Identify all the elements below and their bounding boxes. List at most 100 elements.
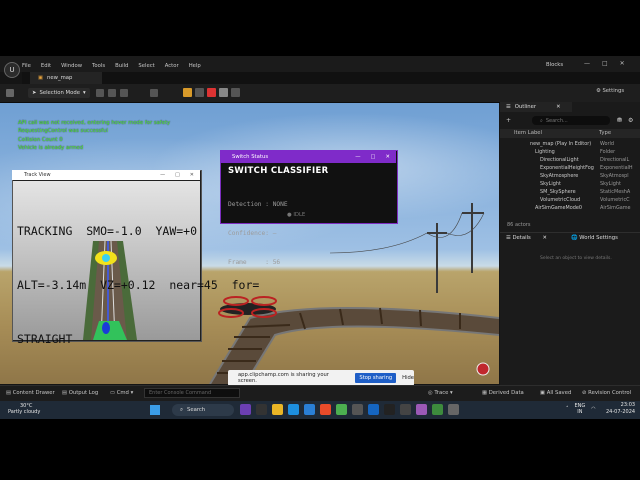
maximize-button[interactable]: □ xyxy=(175,172,180,178)
outliner-row[interactable]: AirSimGameMode0 AirSimGame xyxy=(500,204,634,212)
clipchamp-icon[interactable] xyxy=(416,404,427,415)
filter-icon[interactable]: ⛃ xyxy=(617,117,622,124)
gear-icon[interactable]: ⚙ xyxy=(628,117,633,124)
add-actor-icon[interactable]: + xyxy=(506,117,511,124)
system-tray: ˄ ENG IN ◠ xyxy=(566,403,596,415)
close-button[interactable]: ✕ xyxy=(620,60,625,67)
eject-icon[interactable] xyxy=(219,88,228,97)
close-icon[interactable]: ✕ xyxy=(543,235,547,241)
python-icon[interactable] xyxy=(432,404,443,415)
task-view-icon[interactable] xyxy=(256,404,267,415)
minimize-button[interactable]: — xyxy=(355,154,360,160)
content-drawer-button[interactable]: ▤ Content Drawer xyxy=(6,390,55,396)
file-explorer-icon[interactable] xyxy=(272,404,283,415)
revision-control-button[interactable]: ⊘ Revision Control xyxy=(582,390,631,396)
app-widgets-icon[interactable] xyxy=(240,404,251,415)
app-icon[interactable] xyxy=(448,404,459,415)
modes-icon[interactable] xyxy=(96,89,104,97)
tab-details[interactable]: ☰ Details ✕ xyxy=(506,235,547,241)
tab-outliner[interactable]: ☰ Outliner ✕ xyxy=(500,102,572,112)
menu-file[interactable]: File xyxy=(22,63,31,69)
outliner-row[interactable]: new_map (Play In Editor) World xyxy=(500,140,634,148)
play-options-icon[interactable] xyxy=(231,88,240,97)
blueprint-icon[interactable] xyxy=(120,89,128,97)
terminal-icon[interactable] xyxy=(400,404,411,415)
cmd-label: Cmd xyxy=(116,390,129,396)
hide-button[interactable]: Hide xyxy=(402,375,414,381)
row-type: VolumetricC xyxy=(600,197,630,203)
skip-icon[interactable] xyxy=(195,88,204,97)
close-icon[interactable]: ✕ xyxy=(556,104,560,110)
all-saved-label: All Saved xyxy=(546,390,572,396)
menu-edit[interactable]: Edit xyxy=(41,63,51,69)
taskbar-clock[interactable]: 23:03 24-07-2024 xyxy=(606,402,635,416)
language-indicator[interactable]: ENG IN xyxy=(575,403,586,415)
row-label: new_map (Play In Editor) xyxy=(530,141,592,147)
chrome-icon[interactable] xyxy=(336,404,347,415)
output-log-button[interactable]: ▤ Output Log xyxy=(62,390,98,396)
row-label: ExponentialHeightFog xyxy=(540,165,594,171)
row-label: Lighting xyxy=(535,149,555,155)
maximize-button[interactable]: □ xyxy=(371,154,376,160)
brave-icon[interactable] xyxy=(320,404,331,415)
switch-status-title-bar[interactable]: Switch Status — □ ✕ xyxy=(220,150,396,163)
row-label: AirSimGameMode0 xyxy=(535,205,582,211)
app-icon[interactable] xyxy=(352,404,363,415)
minimize-button[interactable]: — xyxy=(160,172,165,178)
save-icon: ▣ xyxy=(540,390,547,396)
chevron-up-icon[interactable]: ˄ xyxy=(566,406,569,412)
outliner-search-input[interactable]: ⌕ Search... xyxy=(532,116,610,125)
settings-button[interactable]: ⚙ Settings xyxy=(596,88,624,94)
close-button[interactable]: ✕ xyxy=(190,172,194,178)
outliner-row[interactable]: SkyAtmosphere SkyAtmospl xyxy=(500,172,634,180)
viewport-log: API call was not received, entering hove… xyxy=(18,119,170,152)
console-command-input[interactable]: Enter Console Command xyxy=(144,388,240,398)
store-icon[interactable] xyxy=(304,404,315,415)
column-type[interactable]: Type xyxy=(599,130,611,136)
pause-icon[interactable] xyxy=(183,88,192,97)
all-saved-button[interactable]: ▣ All Saved xyxy=(540,390,571,396)
menu-help[interactable]: Help xyxy=(189,63,201,69)
power-poles xyxy=(427,203,484,293)
data-icon: ▦ xyxy=(482,390,489,396)
cinematics-icon[interactable] xyxy=(150,89,158,97)
unreal-logo-icon[interactable]: U xyxy=(4,62,20,78)
unreal-engine-icon[interactable] xyxy=(384,404,395,415)
taskbar-search[interactable]: ⌕ Search xyxy=(172,404,234,416)
column-item-label[interactable]: Item Label xyxy=(514,130,542,136)
outliner-row[interactable]: SkyLight SkyLight xyxy=(500,180,634,188)
track-view-title-bar[interactable]: Track View — □ ✕ xyxy=(12,170,200,180)
trace-button[interactable]: ◎ Trace ▾ xyxy=(428,390,453,396)
menu-bar: File Edit Window Tools Build Select Acto… xyxy=(22,60,201,72)
row-label: DirectionalLight xyxy=(540,157,579,163)
content-icon[interactable] xyxy=(108,89,116,97)
menu-tools[interactable]: Tools xyxy=(92,63,105,69)
wifi-icon[interactable]: ◠ xyxy=(591,406,595,412)
outliner-row[interactable]: Lighting Folder xyxy=(500,148,634,156)
outliner-row[interactable]: ExponentialHeightFog ExponentialH xyxy=(500,164,634,172)
stop-sharing-button[interactable]: Stop sharing xyxy=(355,373,397,383)
stop-icon[interactable] xyxy=(207,88,216,97)
menu-build[interactable]: Build xyxy=(115,63,128,69)
close-button[interactable]: ✕ xyxy=(386,154,390,160)
weather-widget[interactable]: 30°C Partly cloudy xyxy=(8,403,40,415)
menu-window[interactable]: Window xyxy=(61,63,82,69)
outliner-row[interactable]: DirectionalLight DirectionalL xyxy=(500,156,634,164)
menu-actor[interactable]: Actor xyxy=(165,63,179,69)
tab-new-map[interactable]: ▣ new_map xyxy=(30,72,102,84)
menu-select[interactable]: Select xyxy=(138,63,154,69)
windows-start-icon[interactable] xyxy=(150,405,160,415)
selection-mode-dropdown[interactable]: ➤ Selection Mode ▾ xyxy=(28,88,90,98)
save-icon[interactable] xyxy=(6,89,14,97)
vscode-icon[interactable] xyxy=(368,404,379,415)
tab-world-settings[interactable]: 🌐 World Settings xyxy=(571,235,618,241)
maximize-button[interactable]: □ xyxy=(602,60,608,67)
settings-label: Settings xyxy=(602,88,625,94)
outliner-row[interactable]: VolumetricCloud VolumetricC xyxy=(500,196,634,204)
derived-data-button[interactable]: ▦ Derived Data xyxy=(482,390,524,396)
row-type: DirectionalL xyxy=(600,157,630,163)
cmd-dropdown[interactable]: ▭ Cmd ▾ xyxy=(110,390,133,396)
edge-icon[interactable] xyxy=(288,404,299,415)
outliner-row[interactable]: SM_SkySphere StaticMeshA xyxy=(500,188,634,196)
minimize-button[interactable]: — xyxy=(584,60,590,67)
